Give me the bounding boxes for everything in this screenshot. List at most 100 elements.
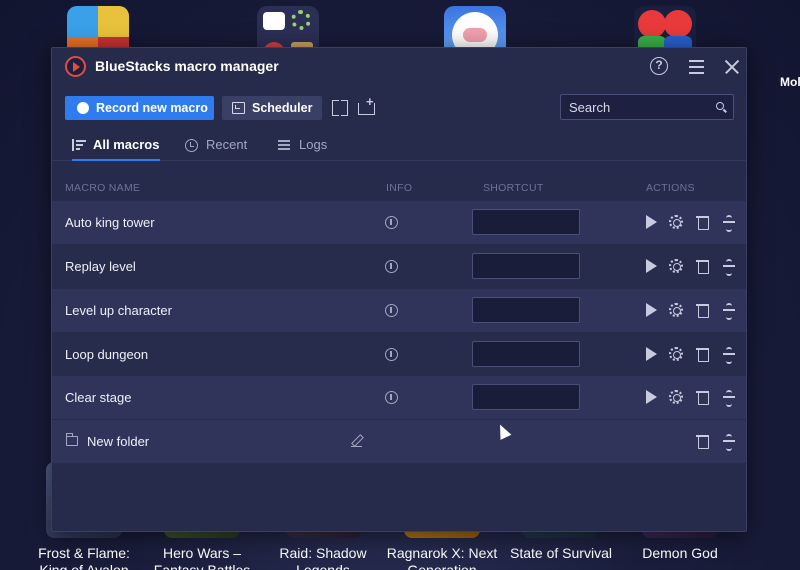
drag-handle-icon[interactable] [722, 303, 736, 320]
macro-row[interactable]: Auto king tower [52, 201, 746, 244]
gear-icon[interactable] [669, 390, 683, 404]
game-title-line: Ragnarok X: Next [386, 545, 498, 561]
game-label-frost-flame[interactable]: Frost & Flame: King of Avalon [19, 545, 149, 570]
shortcut-input[interactable] [472, 297, 580, 323]
info-icon[interactable] [385, 348, 398, 361]
drag-handle-icon[interactable] [722, 259, 736, 276]
info-icon[interactable] [385, 216, 398, 229]
drag-handle-icon[interactable] [722, 215, 736, 232]
trash-icon[interactable] [696, 434, 710, 449]
game-title-line: Demon God [642, 545, 718, 561]
close-icon[interactable] [721, 56, 743, 78]
folder-name: New folder [87, 434, 150, 449]
folder-row[interactable]: New folder [52, 420, 746, 463]
search-input[interactable] [561, 95, 701, 119]
trash-icon[interactable] [696, 303, 710, 318]
macro-name: Clear stage [65, 390, 132, 405]
tab-logs[interactable]: Logs [278, 137, 327, 161]
trash-icon[interactable] [696, 390, 710, 405]
game-title-line: Frost & Flame: [38, 545, 130, 561]
game-title-line: King of Avalon [39, 562, 129, 570]
game-title-line: Fantasy Battles [153, 562, 251, 570]
pig-nose-icon [463, 28, 487, 42]
import-macro-icon[interactable] [357, 94, 375, 116]
game-label-ragnarok[interactable]: Ragnarok X: Next Generation [377, 545, 507, 570]
column-header-actions: ACTIONS [646, 182, 695, 194]
shortcut-input[interactable] [472, 341, 580, 367]
number-icon [98, 6, 129, 37]
camera-icon [263, 12, 285, 30]
gem-icon [67, 6, 98, 37]
search-box[interactable] [560, 94, 734, 120]
gear-icon[interactable] [669, 215, 683, 229]
record-new-macro-button[interactable]: Record new macro [65, 96, 214, 120]
partial-app-label: Mol [780, 75, 800, 89]
title-bar[interactable]: BlueStacks macro manager ? [52, 48, 746, 86]
info-icon[interactable] [385, 260, 398, 273]
tab-label: Recent [206, 137, 248, 152]
tab-recent[interactable]: Recent [185, 137, 247, 161]
info-icon[interactable] [385, 304, 398, 317]
info-icon[interactable] [385, 391, 398, 404]
list-icon [278, 138, 292, 152]
tab-label: Logs [299, 137, 328, 152]
drag-handle-icon[interactable] [722, 390, 736, 407]
shortcut-input[interactable] [472, 384, 580, 410]
window-title: BlueStacks macro manager [95, 58, 279, 74]
calendar-icon [232, 102, 245, 114]
trash-icon[interactable] [696, 347, 710, 362]
bluestacks-logo-icon [65, 56, 86, 77]
shortcut-input[interactable] [472, 209, 580, 235]
macro-name: Auto king tower [65, 215, 155, 230]
play-icon[interactable] [644, 347, 658, 361]
merge-macros-icon[interactable] [331, 98, 349, 116]
shortcut-input[interactable] [472, 253, 580, 279]
settings-icon [291, 10, 311, 30]
hamburger-menu-icon[interactable] [686, 56, 708, 78]
column-header-name: MACRO NAME [65, 182, 141, 194]
macro-name: Level up character [65, 303, 172, 318]
folder-icon [65, 433, 78, 446]
game-label-raid[interactable]: Raid: Shadow Legends [258, 545, 388, 570]
help-icon[interactable]: ? [650, 57, 668, 75]
play-icon[interactable] [644, 259, 658, 273]
game-label-demon-god[interactable]: Demon God [615, 545, 745, 562]
tab-label: All macros [93, 137, 160, 152]
game-label-state-of-survival[interactable]: State of Survival [496, 545, 626, 562]
gear-icon[interactable] [669, 347, 683, 361]
tab-bar: All macros Recent Logs [52, 133, 746, 161]
macro-row[interactable]: Level up character [52, 289, 746, 332]
macro-row[interactable]: Replay level [52, 245, 746, 288]
macro-name: Replay level [65, 259, 136, 274]
gamepad-icon [664, 10, 692, 38]
macro-manager-window: BlueStacks macro manager ? Record new ma… [51, 47, 747, 532]
tab-all-macros[interactable]: All macros [72, 137, 160, 161]
trash-icon[interactable] [696, 259, 710, 274]
trash-icon[interactable] [696, 215, 710, 230]
column-header-info: INFO [386, 182, 413, 194]
game-title-line: Raid: Shadow [279, 545, 367, 561]
scheduler-button-label: Scheduler [252, 101, 313, 115]
game-title-line: Legends [296, 562, 350, 570]
drag-handle-icon[interactable] [722, 434, 736, 451]
game-title-line: Generation [407, 562, 477, 570]
gear-icon[interactable] [669, 259, 683, 273]
edit-pencil-icon[interactable] [350, 434, 364, 448]
game-title-line: Hero Wars – [162, 545, 242, 561]
macro-name: Loop dungeon [65, 347, 149, 362]
game-label-hero-wars[interactable]: Hero Wars – Fantasy Battles [137, 545, 267, 570]
play-icon[interactable] [644, 390, 658, 404]
drag-handle-icon[interactable] [722, 347, 736, 364]
search-icon[interactable] [716, 102, 724, 110]
record-dot-icon [77, 102, 89, 114]
gear-icon[interactable] [669, 303, 683, 317]
scheduler-button[interactable]: Scheduler [222, 96, 322, 120]
macro-row[interactable]: Clear stage [52, 376, 746, 419]
sort-list-icon [72, 138, 86, 152]
play-icon[interactable] [644, 215, 658, 229]
column-header-shortcut: SHORTCUT [483, 182, 544, 194]
gamepad-icon [638, 10, 666, 38]
macro-row[interactable]: Loop dungeon [52, 333, 746, 376]
record-button-label: Record new macro [96, 101, 208, 115]
play-icon[interactable] [644, 303, 658, 317]
